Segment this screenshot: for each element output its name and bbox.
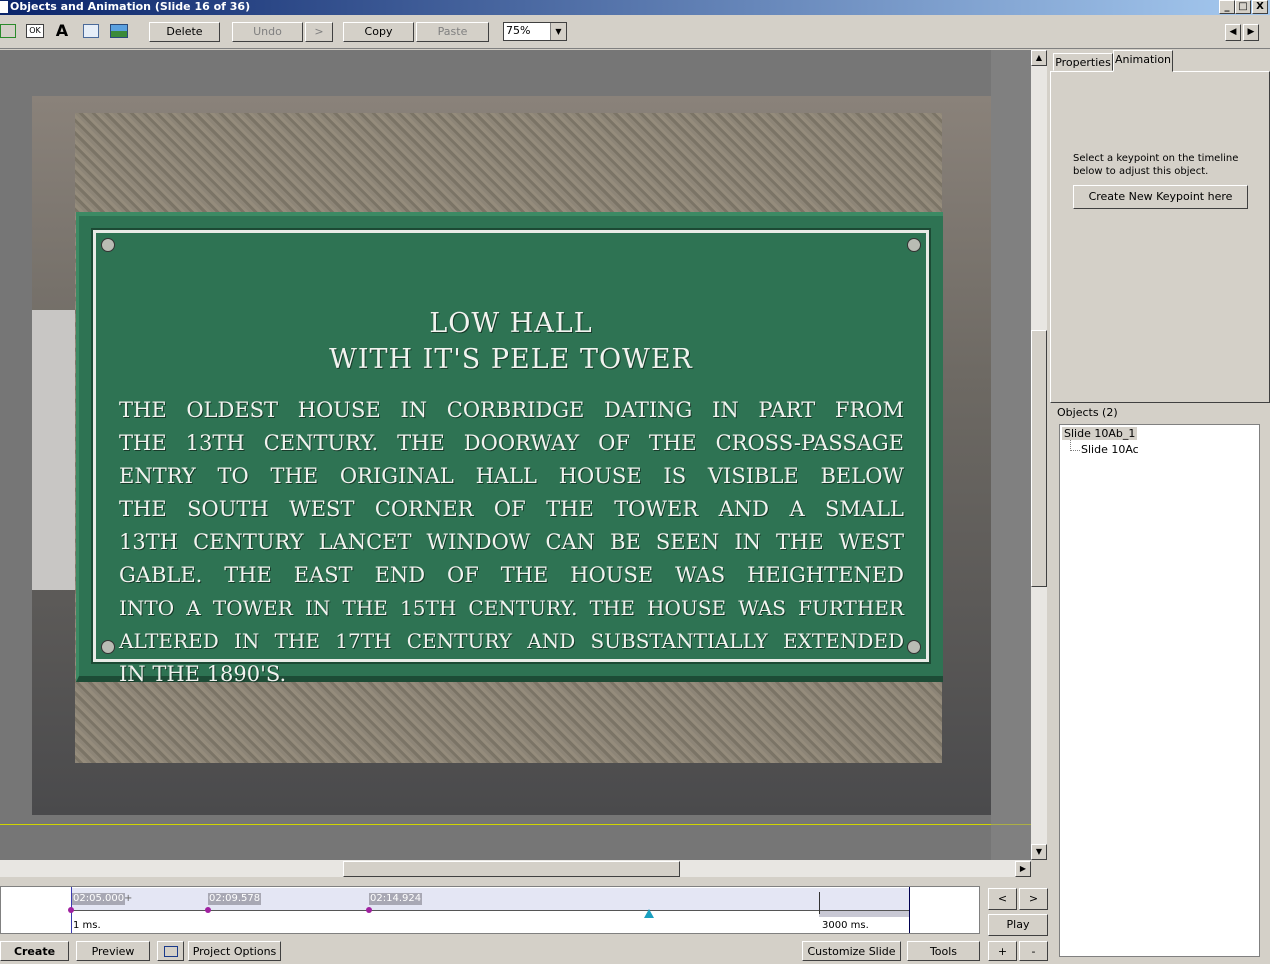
redo-button[interactable]: > <box>305 22 333 42</box>
customize-slide-button[interactable]: Customize Slide <box>802 941 901 961</box>
tools-button[interactable]: Tools <box>907 941 980 961</box>
screw-icon <box>101 238 115 252</box>
scroll-right-icon[interactable]: ▶ <box>1015 861 1031 877</box>
plaque-line: ENTRY TO THE ORIGINAL HALL HOUSE IS VISI… <box>119 464 904 488</box>
plaque-title-1: LOW HALL <box>429 308 593 339</box>
next-keypoint-button[interactable]: > <box>1019 888 1048 910</box>
keypoint-time-label: 02:14.924 <box>369 893 423 905</box>
keypoint-hint: Select a keypoint on the timeline below … <box>1073 153 1239 177</box>
timeline-end-marker <box>909 887 910 933</box>
title-bar: Objects and Animation (Slide 16 of 36) _… <box>0 0 1270 15</box>
keypoint-dot[interactable] <box>68 907 74 913</box>
copy-button[interactable]: Copy <box>343 22 414 42</box>
zoom-value: 75% <box>506 24 531 37</box>
create-keypoint-button[interactable]: Create New Keypoint here <box>1073 185 1248 209</box>
plaque-line: INTO A TOWER IN THE 15TH CENTURY. THE HO… <box>119 596 904 620</box>
text-icon[interactable]: A <box>54 23 70 39</box>
keypoint-dot[interactable] <box>366 907 372 913</box>
canvas-margin <box>991 50 1031 860</box>
plaque-line: THE SOUTH WEST CORNER OF THE TOWER AND A… <box>119 497 904 521</box>
toolbar: OK A Delete Undo > Copy Paste 75% ▼ ◀ ▶ <box>0 16 1270 49</box>
objects-label: Objects (2) <box>1057 406 1118 419</box>
minimize-button[interactable]: _ <box>1219 0 1235 14</box>
keypoint-time-label: 02:05.000 <box>72 893 126 905</box>
tree-connector <box>1070 440 1080 451</box>
plaque-title-2: WITH IT'S PELE TOWER <box>329 344 693 375</box>
scroll-up-icon[interactable]: ▲ <box>1031 50 1047 66</box>
right-panel: Properties Animation Select a keypoint o… <box>1050 50 1270 957</box>
play-button[interactable]: Play <box>988 914 1048 936</box>
screw-icon <box>907 640 921 654</box>
objects-tree[interactable]: Slide 10Ab_1 Slide 10Ac <box>1059 424 1260 957</box>
window-title: Objects and Animation (Slide 16 of 36) <box>10 0 251 13</box>
tab-properties[interactable]: Properties <box>1053 53 1113 71</box>
timeline-start-label: 1 ms. <box>73 920 101 931</box>
tab-animation[interactable]: Animation <box>1113 50 1173 72</box>
ok-button-icon[interactable]: OK <box>26 24 44 38</box>
vertical-scroll-thumb[interactable] <box>1031 330 1047 587</box>
playhead-icon[interactable] <box>644 909 655 918</box>
prev-slide-button[interactable]: ◀ <box>1225 24 1241 41</box>
plaque-line: THE 13TH CENTURY. THE DOORWAY OF THE CRO… <box>119 431 904 455</box>
maximize-button[interactable]: □ <box>1235 0 1251 14</box>
horizontal-scroll-thumb[interactable] <box>343 861 680 877</box>
zoom-out-button[interactable]: - <box>1019 941 1048 961</box>
screw-icon <box>907 238 921 252</box>
plaque[interactable]: LOW HALL WITH IT'S PELE TOWER THE OLDEST… <box>76 212 943 686</box>
tree-item-slide-10ab-1[interactable]: Slide 10Ab_1 <box>1062 427 1138 440</box>
tree-item-slide-10ac[interactable]: Slide 10Ac <box>1081 443 1139 456</box>
undo-button[interactable]: Undo <box>232 22 303 42</box>
keypoint-marker: + <box>124 893 133 904</box>
timeline-axis <box>71 910 909 911</box>
plaque-line: 13TH CENTURY LANCET WINDOW CAN BE SEEN I… <box>119 530 904 554</box>
image-icon[interactable] <box>110 24 128 38</box>
plaque-line: GABLE. THE EAST END OF THE HOUSE WAS HEI… <box>119 563 904 587</box>
rectangle-icon[interactable] <box>0 24 16 38</box>
chevron-down-icon[interactable]: ▼ <box>550 23 566 40</box>
zoom-in-button[interactable]: + <box>988 941 1017 961</box>
timeline-end-label: 3000 ms. <box>822 920 869 931</box>
plaque-line: THE OLDEST HOUSE IN CORBRIDGE DATING IN … <box>119 398 904 422</box>
keypoint-time-label: 02:09.578 <box>208 893 262 905</box>
shape-icon[interactable] <box>83 24 99 38</box>
slide-canvas[interactable]: LOW HALL WITH IT'S PELE TOWER THE OLDEST… <box>0 50 1031 860</box>
timeline-transition-track <box>819 910 909 917</box>
scroll-down-icon[interactable]: ▼ <box>1031 844 1047 860</box>
keypoint-dot[interactable] <box>205 907 211 913</box>
timeline-transition-marker <box>819 892 820 914</box>
create-button[interactable]: Create <box>0 941 69 961</box>
timeline-track[interactable] <box>71 888 909 910</box>
animation-pane: Select a keypoint on the timeline below … <box>1050 71 1270 403</box>
vertical-scrollbar[interactable]: ▲ ▼ <box>1031 50 1047 860</box>
app-icon <box>0 1 8 13</box>
paste-button[interactable]: Paste <box>416 22 489 42</box>
horizontal-scrollbar[interactable]: ▶ <box>0 860 1031 877</box>
timeline[interactable]: 02:05.000 + 02:09.578 02:14.924 1 ms. 30… <box>0 886 980 934</box>
project-options-button[interactable]: Project Options <box>188 941 281 961</box>
guide-line <box>0 824 1031 825</box>
delete-button[interactable]: Delete <box>149 22 220 42</box>
window-icon[interactable] <box>157 941 184 961</box>
close-button[interactable]: X <box>1252 0 1268 14</box>
preview-button[interactable]: Preview <box>76 941 150 961</box>
screw-icon <box>101 640 115 654</box>
zoom-select[interactable]: 75% ▼ <box>503 22 567 41</box>
window-glyph <box>163 946 178 957</box>
next-slide-button[interactable]: ▶ <box>1243 24 1259 41</box>
prev-keypoint-button[interactable]: < <box>988 888 1017 910</box>
plaque-line: IN THE 1890'S. <box>119 662 287 686</box>
plaque-line: ALTERED IN THE 17TH CENTURY AND SUBSTANT… <box>119 629 904 653</box>
slide-gate-detail <box>32 310 76 590</box>
